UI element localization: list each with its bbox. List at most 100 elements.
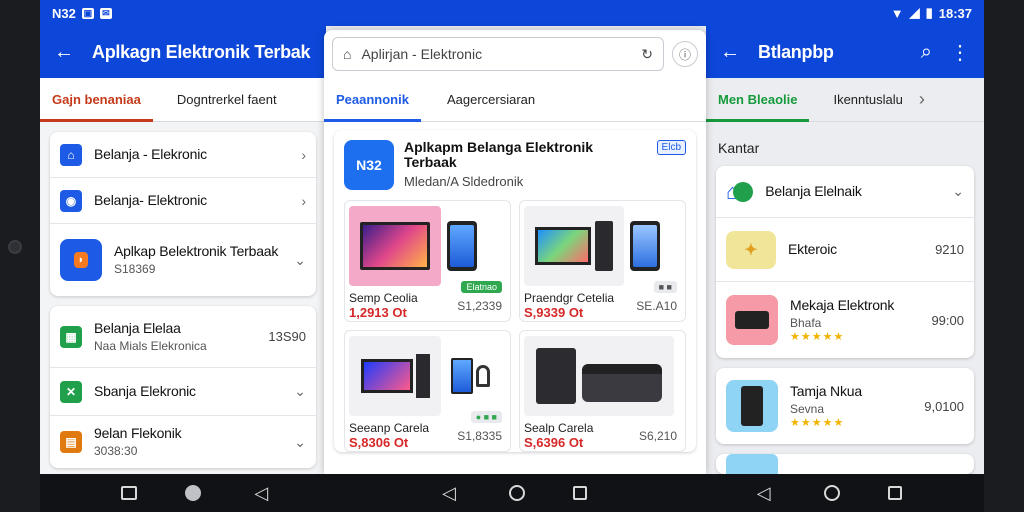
bag-icon: ◉ [60,189,82,212]
home-icon: ⌂ [726,179,754,205]
featured-card[interactable]: N32 Aplkapm Belanga Elektronik Terbaak M… [334,130,696,452]
item-label: Tamja Nkua [790,382,862,399]
list-item[interactable]: Mekaja Elektronk Bhafa ★★★★★ 99:00 [716,282,974,358]
item-label: Belanja - Elekronic [94,146,207,162]
chevron-down-icon: ⌄ [952,183,964,199]
right-panel: ← Btlanpbp ⌕ ⋮ Men Bleaolie Ikenntuslalu… [706,26,984,474]
item-sub: 3038:30 [94,444,138,458]
desktop-image [524,206,624,286]
list-item[interactable]: ▦ Belanja Elelaa Naa Mials Elekronica 13… [50,306,316,368]
item-label: Aplkap Belektronik Terbaak [114,243,279,259]
tab-1[interactable]: Men Bleaolie [706,78,810,122]
rating-stars: ★★★★★ [790,330,845,343]
center-panel: ⌂ Aplirjan - Elektronic ↻ ⓘ Peaannonik A… [324,30,706,474]
tab-1[interactable]: Gajn benaniaa [40,78,153,122]
app-icon-text: N32 [356,157,382,173]
item-value: 13S90 [268,329,306,344]
printer-icon [726,295,778,345]
center-tabs: Peaannonik Aagercersiaran [324,78,706,122]
left-tabs: Gajn benaniaa Dogntrerkel faent [40,78,326,122]
back-triangle-icon[interactable]: ◁ [249,483,273,504]
home-button-icon[interactable] [509,485,525,501]
gift-icon: ▤ [60,431,82,453]
list-item[interactable]: ⌂ Belanja Elelnaik ⌄ [716,166,974,218]
refresh-icon[interactable]: ↻ [641,46,653,63]
featured-subtitle: Mledan/A Sldedronik [404,174,524,189]
product-tag: ● ■ ■ [470,411,502,423]
router-image [524,336,674,416]
status-bar: N32 ▣ ✉ ▼ ◢ ▮ 18:37 [40,0,984,26]
list-item[interactable]: ▤ 9elan Flekonik 3038:30 ⌄ [50,416,316,468]
item-label: Belanja- Elektronic [94,192,207,208]
app-icon: ◗ [60,239,102,281]
front-camera [8,240,22,254]
product-alt-price: S1,8335 [457,429,502,443]
tablet-screen: N32 ▣ ✉ ▼ ◢ ▮ 18:37 ← Aplkagn Elektronik… [40,0,984,512]
tab-2[interactable]: Dogntrerkel faent [153,78,289,122]
carrier-label: N32 [52,5,76,21]
product-card[interactable]: Sealp Carela S,6396 Ot S6,210 [519,330,686,452]
right-tabs: Men Bleaolie Ikenntuslalu › [706,78,984,122]
product-card[interactable]: Praendgr Cetelia S,9339 Ot ■ ■ SE.A10 [519,200,686,322]
item-sub: Bhafa [790,315,822,330]
list-item[interactable]: ◉ Belanja- Elektronic › [50,178,316,224]
search-bar: ⌂ Aplirjan - Elektronic ↻ ⓘ [332,36,698,72]
item-label: 9elan Flekonik [94,425,182,441]
status-badge: Elcb [656,140,686,155]
item-sub: S18369 [114,262,156,276]
item-value: 99:00 [931,312,964,328]
item-value: 9210 [935,242,964,257]
chevron-right-icon[interactable]: › [919,89,925,110]
home-button-icon[interactable] [823,485,840,501]
signal-icon: ◢ [909,5,920,20]
list-item[interactable]: Tamja Nkua Sevna ★★★★★ 9,0100 [716,368,974,444]
search-icon[interactable]: ⌕ [921,41,932,64]
phone-image [630,221,660,271]
list-item[interactable]: ✦ Ekteroic 9210 [716,218,974,282]
mail-icon: ✉ [99,7,112,19]
search-input[interactable]: ⌂ Aplirjan - Elektronic ↻ [332,37,664,71]
back-triangle-icon[interactable]: ◁ [437,483,461,504]
item-label: Mekaja Elektronk [790,296,895,313]
product-tag: Elatnao [461,281,502,293]
product-alt-price: S6,210 [638,429,677,443]
list-item[interactable]: ◗ Aplkap Belektronik Terbaak S18369 ⌄ [50,224,316,296]
item-label: Belanja Elelnaik [765,183,862,199]
info-icon[interactable]: ⓘ [672,41,698,67]
back-triangle-icon[interactable]: ◁ [752,483,776,504]
tab-2[interactable]: Aagercersiaran [421,78,547,122]
section-heading: Kantar [718,140,760,156]
recents-icon[interactable] [573,486,587,500]
item-sub: Naa Mials Elekronica [94,338,207,353]
list-item[interactable]: ⌂ Belanja - Elekronic › [50,132,316,178]
product-card[interactable]: Seeanp Carela S,8306 Ot ● ■ ■ S1,8335 [344,330,511,452]
home-icon: ⌂ [60,143,82,166]
recents-icon[interactable] [121,486,138,500]
recents-icon[interactable] [887,486,902,500]
wifi-icon: ▼ [890,5,904,21]
battery-icon: ▮ [925,5,933,20]
chevron-right-icon: › [301,192,306,209]
list-item[interactable]: ✕ Sbanja Elekronic ⌄ [50,368,316,416]
more-vert-icon[interactable]: ⋮ [950,40,970,65]
back-arrow-icon[interactable]: ← [720,41,740,64]
product-card[interactable]: Semp Ceolia 1,2913 Ot Elatnao S1,2339 [344,200,511,322]
tab-1[interactable]: Peaannonik [324,78,421,122]
rating-stars: ★★★★★ [790,416,845,429]
partial-card [716,454,974,474]
monitor-image [349,206,441,286]
partial-thumbnail [726,454,778,474]
phone-icon [726,380,778,432]
tab-2[interactable]: Ikenntuslalu [809,78,914,122]
product-alt-price: SE.A10 [636,299,677,313]
home-button-icon[interactable] [185,485,202,501]
system-nav-bar: ◁ ◁ ◁ [40,474,984,512]
store-icon: ▦ [60,325,82,348]
back-arrow-icon[interactable]: ← [54,41,74,64]
chevron-down-icon: ⌄ [294,251,306,268]
featured-title: Aplkapm Belanga Elektronik Terbaak [404,139,594,170]
product-tag: ■ ■ [653,281,677,293]
product-alt-price: S1,2339 [457,299,502,313]
right-title: Btlanpbp [758,41,834,62]
search-text: Aplirjan - Elektronic [361,46,483,62]
